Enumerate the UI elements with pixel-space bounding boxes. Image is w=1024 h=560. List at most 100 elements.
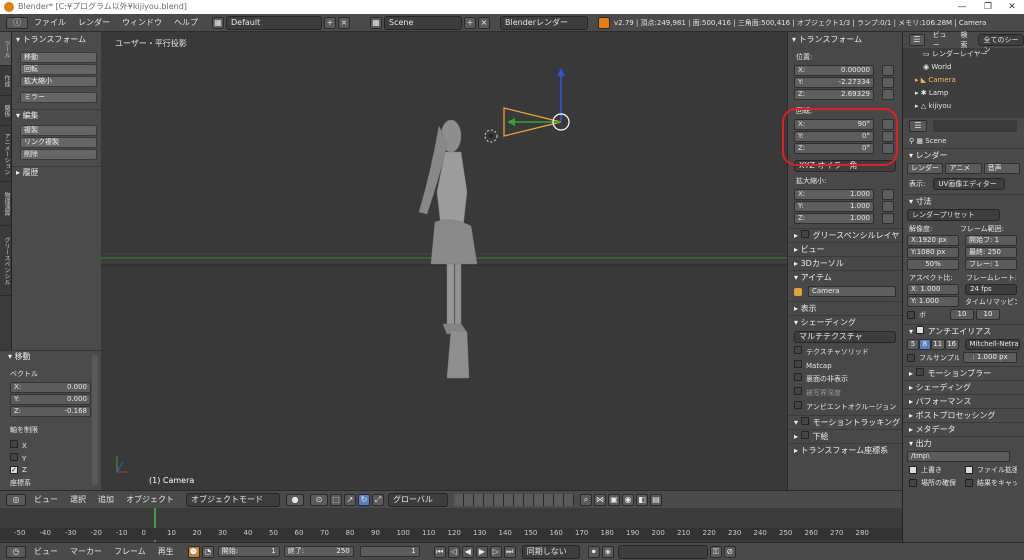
option-ambient-occlusion[interactable]: アンビエントオクルージョン xyxy=(794,401,902,412)
pivot-select-icon[interactable]: ⊙ xyxy=(310,493,328,506)
redo-panel-header[interactable]: ▾ 移動 xyxy=(4,351,101,363)
option-backface-culling[interactable]: 裏面の非表示 xyxy=(794,373,902,384)
section-background-images[interactable]: ▸ 下絵 xyxy=(788,429,902,443)
shading-select-icon[interactable]: ● xyxy=(286,493,304,506)
render-animation-button[interactable]: アニメ xyxy=(945,163,982,174)
prev-keyframe-icon[interactable]: ◁ xyxy=(447,545,460,558)
lock-icon[interactable] xyxy=(882,189,894,200)
vector-x-field[interactable]: X: 0.000 xyxy=(10,382,91,393)
checkbox[interactable] xyxy=(10,440,18,448)
duplicate-button[interactable]: 複製 xyxy=(20,125,97,136)
outliner-menu-search[interactable]: 検索 xyxy=(961,30,973,50)
section-item[interactable]: ▾ アイテム xyxy=(788,270,902,284)
constraint-x[interactable]: X xyxy=(0,440,101,450)
overwrite-checkbox[interactable] xyxy=(909,466,917,474)
outliner-editor-icon[interactable]: ☰ xyxy=(909,34,925,46)
scale-manipulator-icon[interactable]: ⤢ xyxy=(372,493,384,506)
border-checkbox[interactable] xyxy=(907,310,915,319)
edit-panel-header[interactable]: ▾ 編集 xyxy=(12,109,101,121)
rotate-button[interactable]: 回転 xyxy=(20,64,97,75)
section-render[interactable]: ▾ レンダー xyxy=(903,148,1024,162)
option-textured-solid[interactable]: テクスチャソリッド xyxy=(794,346,902,357)
aa-sample-11[interactable]: 11 xyxy=(930,339,945,350)
tl-menu-view[interactable]: ビュー xyxy=(34,546,58,557)
next-keyframe-icon[interactable]: ▷ xyxy=(489,545,502,558)
snap-icon[interactable]: ⋈ xyxy=(594,493,606,506)
section-transform-orientations[interactable]: ▸ トランスフォーム座標系 xyxy=(788,443,902,457)
lock-icon[interactable] xyxy=(882,213,894,224)
mode-select[interactable]: オブジェクトモード xyxy=(186,492,280,507)
full-sample-checkbox[interactable] xyxy=(907,353,915,362)
section-output[interactable]: ▾ 出力 xyxy=(903,436,1024,450)
frame-end-field[interactable]: 最終: 250 xyxy=(965,247,1017,258)
checkbox[interactable] xyxy=(794,346,802,354)
scale-y-field[interactable]: Y: 1.000 xyxy=(794,201,874,212)
location-z-field[interactable]: Z: 2.69329 xyxy=(794,89,874,100)
section-anti-aliasing[interactable]: ▾ アンチエイリアス xyxy=(903,324,1024,338)
location-x-field[interactable]: X: 0.00000 xyxy=(794,65,874,76)
aspect-y-field[interactable]: Y: 1.000 xyxy=(907,296,959,307)
outliner-display-select[interactable]: 全てのシーン xyxy=(978,34,1024,54)
viewport-editor-icon[interactable]: ◎ xyxy=(6,493,26,506)
scale-button[interactable]: 拡大縮小 xyxy=(20,76,97,87)
mirror-button[interactable]: ミラー xyxy=(20,92,97,103)
lock-icon[interactable] xyxy=(882,65,894,76)
redo-scrollbar[interactable] xyxy=(92,355,98,485)
checkbox[interactable] xyxy=(800,417,809,425)
snap-element-icon[interactable]: ▣ xyxy=(608,493,620,506)
vector-z-field[interactable]: Z: -0.168 xyxy=(10,406,91,417)
checkbox[interactable] xyxy=(800,230,809,238)
section-shading[interactable]: ▸ シェーディング xyxy=(903,380,1024,394)
scale-z-field[interactable]: Z: 1.000 xyxy=(794,213,874,224)
outliner-row[interactable]: ▸ △ kijiyou xyxy=(903,100,1024,113)
checkbox[interactable] xyxy=(794,360,802,368)
section-metadata[interactable]: ▸ メタデータ xyxy=(903,422,1024,436)
add-screen-icon[interactable]: + xyxy=(324,16,336,29)
option-depth-of-field[interactable]: 被写界深度 xyxy=(794,387,902,398)
editor-type-icon[interactable]: ⓘ xyxy=(6,16,28,29)
option-matcap[interactable]: Matcap xyxy=(794,360,902,370)
item-name-field[interactable]: Camera xyxy=(808,286,896,297)
translate-manipulator-icon[interactable]: ↗ xyxy=(344,493,356,506)
npanel-transform-header[interactable]: ▾ トランスフォーム xyxy=(788,34,902,46)
record-icon[interactable]: ⏺ xyxy=(587,545,600,558)
output-path-field[interactable]: /tmp\ xyxy=(907,451,1010,462)
maximize-button[interactable]: ❐ xyxy=(976,0,1000,14)
jump-end-icon[interactable]: ⏭ xyxy=(503,545,516,558)
tl-menu-playback[interactable]: 再生 xyxy=(158,546,174,557)
vp-menu-object[interactable]: オブジェクト xyxy=(126,494,174,505)
section-display[interactable]: ▸ 表示 xyxy=(788,301,902,315)
framerate-select[interactable]: 24 fps xyxy=(965,284,1017,295)
render-preview-icon[interactable]: ◧ xyxy=(636,493,648,506)
tab-tools[interactable]: ツール xyxy=(0,32,11,66)
checkbox[interactable] xyxy=(915,368,924,376)
keying-set-icon[interactable]: ◈ xyxy=(601,545,614,558)
filter-size-field[interactable]: : 1.000 px xyxy=(963,352,1017,363)
checkbox[interactable] xyxy=(794,387,802,395)
constraint-z[interactable]: ✓ Z xyxy=(0,466,101,474)
history-panel-header[interactable]: ▸ 履歴 xyxy=(12,166,101,178)
manipulator-toggle-icon[interactable]: ⬚ xyxy=(330,493,342,506)
checkbox[interactable] xyxy=(800,431,809,439)
screen-browse-icon[interactable]: ▦ xyxy=(212,16,224,29)
checkbox[interactable] xyxy=(10,453,18,461)
sync-mode-select[interactable]: 同期しない xyxy=(521,544,580,559)
display-select[interactable]: UV画像エディター xyxy=(933,178,1006,190)
insert-keyframe-icon[interactable]: ⚿ xyxy=(709,545,722,558)
lock-icon[interactable] xyxy=(882,89,894,100)
outliner-row[interactable]: ▭ レンダーレイヤー xyxy=(903,48,1024,61)
lock-icon[interactable] xyxy=(882,77,894,88)
file-ext-checkbox[interactable] xyxy=(965,466,973,474)
checkbox-checked-icon[interactable]: ✓ xyxy=(10,466,18,474)
delete-keyframe-icon[interactable]: ⊘ xyxy=(723,545,736,558)
placeholders-checkbox[interactable] xyxy=(909,479,917,487)
scale-x-field[interactable]: X: 1.000 xyxy=(794,189,874,200)
resolution-x-field[interactable]: X:1920 px xyxy=(907,235,959,246)
section-performance[interactable]: ▸ パフォーマンス xyxy=(903,394,1024,408)
render-engine-select[interactable]: Blenderレンダー xyxy=(500,15,588,30)
lock-range-icon[interactable]: ◔ xyxy=(201,545,214,558)
preview-range-icon[interactable]: ⌚ xyxy=(187,545,200,558)
proportional-edit-icon[interactable]: ◉ xyxy=(622,493,634,506)
tl-menu-frame[interactable]: フレーム xyxy=(114,546,146,557)
vp-menu-add[interactable]: 追加 xyxy=(98,494,114,505)
